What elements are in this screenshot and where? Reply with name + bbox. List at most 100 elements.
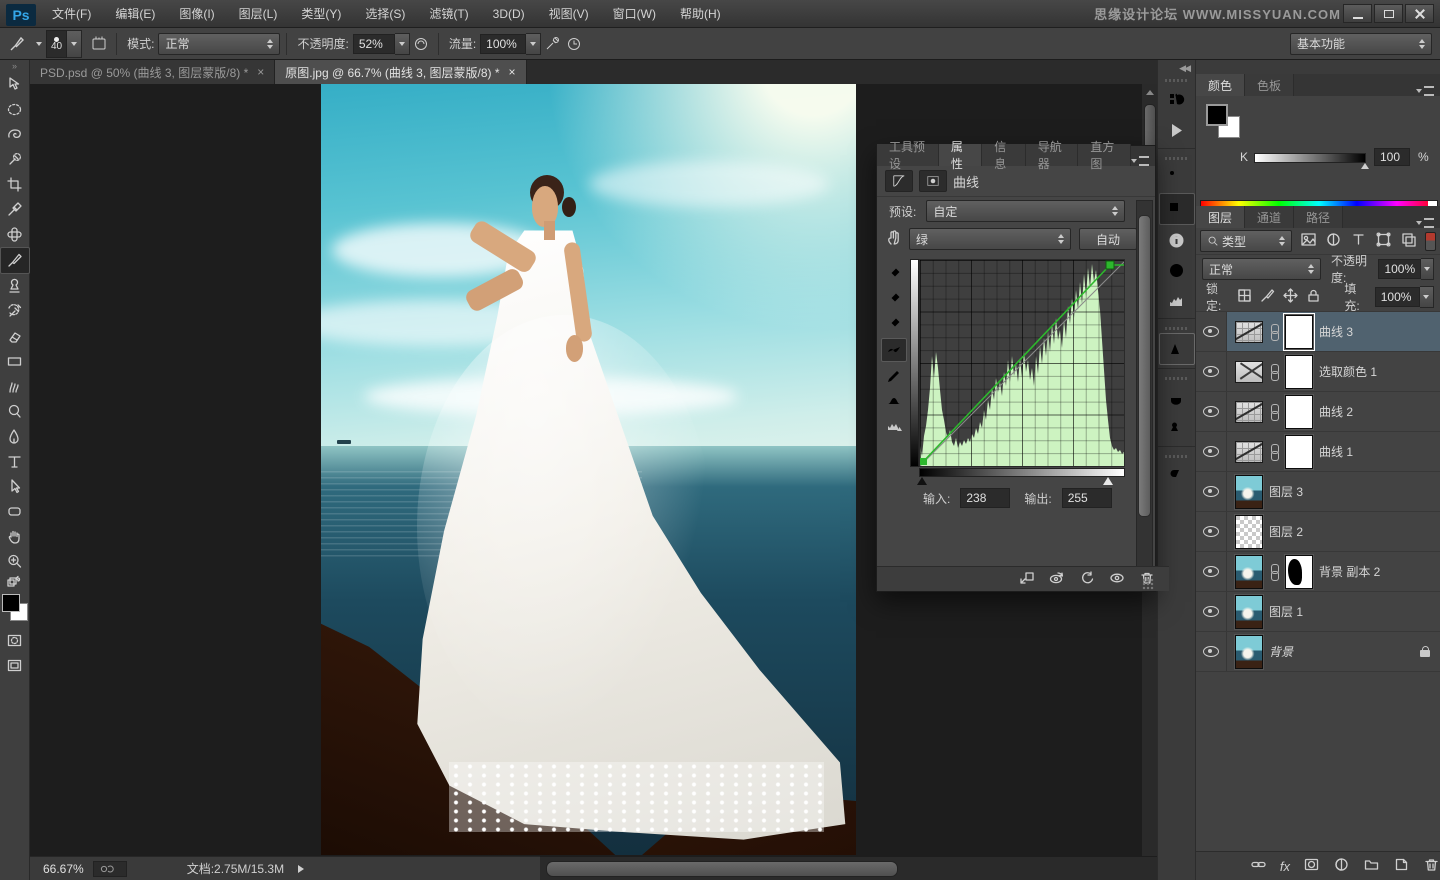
layer-filter-select[interactable]: 类型 <box>1200 230 1293 252</box>
clone-source-panel-icon[interactable] <box>1160 413 1194 443</box>
doc-tab-psd-close-icon[interactable]: × <box>257 65 264 79</box>
foreground-color-swatch[interactable] <box>1206 104 1228 126</box>
menu-image[interactable]: 图像(I) <box>167 0 226 28</box>
foreground-background-colors[interactable] <box>1 594 29 622</box>
properties-panel-icon[interactable] <box>1158 193 1195 225</box>
doc-tab-original[interactable]: 原图.jpg @ 66.7% (曲线 3, 图层蒙版/8) * × <box>275 60 527 84</box>
layer-filter-toggle[interactable] <box>1425 231 1436 251</box>
layer-mask-thumbnail[interactable] <box>1285 354 1313 389</box>
fill-field[interactable]: 100% <box>1374 287 1420 307</box>
status-gear-box[interactable] <box>92 860 127 877</box>
layer-name[interactable]: 曲线 3 <box>1319 323 1353 340</box>
menu-help[interactable]: 帮助(H) <box>668 0 733 28</box>
hand-tool[interactable] <box>1 524 29 549</box>
close-button[interactable] <box>1405 4 1434 23</box>
layer-thumbnail[interactable] <box>1235 474 1263 509</box>
visibility-toggle[interactable] <box>1196 472 1227 511</box>
k-slider[interactable] <box>1254 153 1369 169</box>
layer-mask-thumbnail[interactable] <box>1285 554 1313 589</box>
tab-paths[interactable]: 路径 <box>1294 206 1344 228</box>
lasso-tool[interactable] <box>1 122 29 147</box>
layer-thumbnail[interactable] <box>1235 634 1263 669</box>
brush-tool-preset-icon[interactable] <box>6 32 28 56</box>
clone-stamp-tool[interactable] <box>1 274 29 299</box>
visibility-toggle[interactable] <box>1196 392 1227 431</box>
layer-row-selective-color1[interactable]: 选取颜色 1 <box>1196 352 1440 392</box>
k-value-field[interactable]: 100 <box>1374 148 1410 166</box>
dock-drag-handle[interactable] <box>1164 375 1189 382</box>
brush-preset-caret[interactable] <box>28 41 42 46</box>
swap-colors-icon[interactable] <box>1 574 29 590</box>
edit-points-tool-icon[interactable] <box>881 338 907 362</box>
tab-swatches[interactable]: 色板 <box>1245 74 1295 96</box>
layer-mask-thumbnail[interactable] <box>1285 394 1313 429</box>
reset-adjustment-icon[interactable] <box>1079 570 1095 589</box>
tab-navigator[interactable]: 导航器 <box>1025 140 1079 171</box>
lock-pixels-icon[interactable] <box>1259 287 1276 307</box>
opacity-pressure-icon[interactable] <box>410 32 432 56</box>
panel-resize-grip[interactable] <box>1142 578 1154 590</box>
expand-panels-icon[interactable]: ◀◀ <box>1179 63 1191 74</box>
eraser-tool[interactable] <box>1 324 29 349</box>
pencil-curve-tool-icon[interactable] <box>882 365 906 387</box>
filter-smart-objects-icon[interactable] <box>1400 231 1417 251</box>
clipping-warning-icon[interactable] <box>882 415 906 437</box>
view-previous-state-icon[interactable] <box>1049 570 1065 589</box>
new-group-icon[interactable] <box>1363 856 1380 876</box>
k-slider-marker[interactable] <box>1361 163 1369 169</box>
visibility-toggle[interactable] <box>1196 552 1227 591</box>
brush-tool[interactable] <box>0 247 30 274</box>
filter-shape-layers-icon[interactable] <box>1375 231 1392 251</box>
info-panel-icon[interactable] <box>1160 225 1194 255</box>
menu-layer[interactable]: 图层(L) <box>227 0 290 28</box>
white-point-eyedropper-icon[interactable] <box>882 313 906 335</box>
filter-pixel-layers-icon[interactable] <box>1300 231 1317 251</box>
layer-name[interactable]: 图层 2 <box>1269 523 1303 540</box>
horizontal-scrollbar[interactable] <box>540 856 1157 880</box>
tool-presets-panel-icon[interactable] <box>1160 163 1194 193</box>
auto-button[interactable]: 自动 <box>1079 228 1137 250</box>
gray-point-eyedropper-icon[interactable] <box>882 288 906 310</box>
layer-row-background[interactable]: 背景 <box>1196 632 1440 672</box>
visibility-toggle[interactable] <box>1196 592 1227 631</box>
flow-dropdown[interactable] <box>526 32 542 55</box>
smudge-tool[interactable] <box>1 374 29 399</box>
tab-histogram[interactable]: 直方图 <box>1078 140 1132 171</box>
output-value-field[interactable]: 255 <box>1061 488 1112 508</box>
foreground-color-swatch[interactable] <box>1 594 20 612</box>
tab-info[interactable]: 信息 <box>982 140 1026 171</box>
layer-row-background-copy2[interactable]: 背景 副本 2 <box>1196 552 1440 592</box>
history-panel-icon[interactable] <box>1160 85 1194 115</box>
layer-thumbnail[interactable] <box>1235 594 1263 629</box>
preset-select[interactable]: 自定 <box>926 200 1125 222</box>
opacity-dropdown[interactable] <box>394 32 410 55</box>
tab-color[interactable]: 颜色 <box>1196 74 1246 96</box>
size-pressure-icon[interactable] <box>563 32 585 56</box>
shape-tool[interactable] <box>1 499 29 524</box>
properties-scrollbar[interactable] <box>1136 200 1153 568</box>
healing-brush-tool[interactable] <box>1 222 29 247</box>
blend-mode-select[interactable]: 正常 <box>1202 258 1321 280</box>
doc-tab-psd[interactable]: PSD.psd @ 50% (曲线 3, 图层蒙版/8) * × <box>30 60 276 84</box>
path-selection-tool[interactable] <box>1 474 29 499</box>
add-mask-icon[interactable] <box>1303 856 1320 876</box>
history-brush-tool[interactable] <box>1 299 29 324</box>
dock-drag-handle[interactable] <box>1164 155 1189 162</box>
screen-mode-icon[interactable] <box>1 653 29 678</box>
white-input-slider[interactable] <box>1103 477 1113 485</box>
curves-adjustment-icon[interactable] <box>1235 400 1263 423</box>
histogram-panel-icon[interactable] <box>1160 285 1194 315</box>
link-layers-icon[interactable] <box>1250 856 1267 876</box>
menu-window[interactable]: 窗口(W) <box>601 0 668 28</box>
layer-style-icon[interactable]: fx <box>1280 859 1290 874</box>
input-value-field[interactable]: 238 <box>960 488 1011 508</box>
menu-filter[interactable]: 滤镜(T) <box>417 0 480 28</box>
gradient-tool[interactable] <box>1 349 29 374</box>
layer-thumbnail-transparent[interactable] <box>1235 514 1263 549</box>
menu-3d[interactable]: 3D(D) <box>481 0 537 28</box>
layer-opacity-field[interactable]: 100% <box>1378 259 1422 279</box>
delete-layer-icon[interactable] <box>1423 856 1440 876</box>
minimize-button[interactable] <box>1343 4 1372 23</box>
layer-name[interactable]: 曲线 1 <box>1319 443 1353 460</box>
new-adjustment-layer-icon[interactable] <box>1333 856 1350 876</box>
